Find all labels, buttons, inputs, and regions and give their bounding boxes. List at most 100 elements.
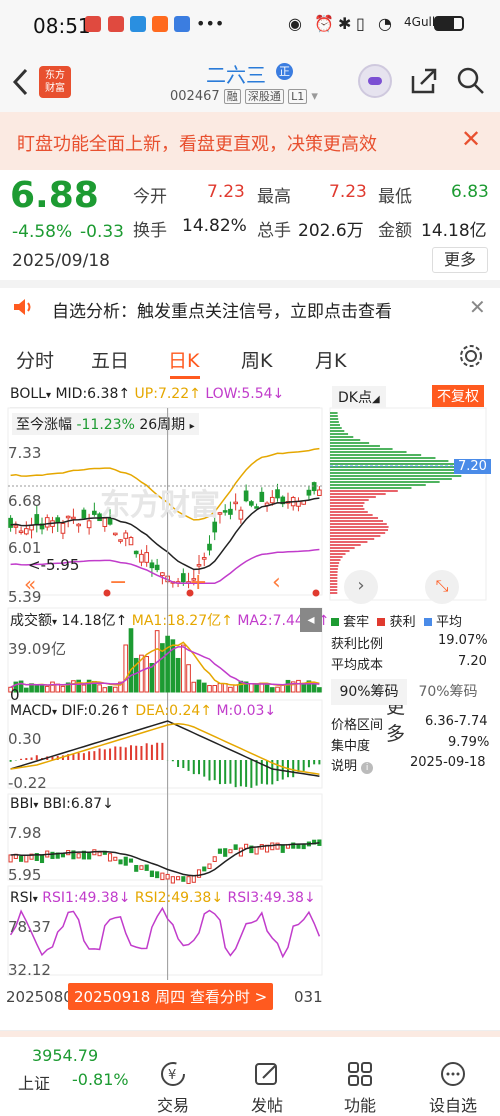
tab-chip-70[interactable]: 70%筹码 bbox=[409, 679, 487, 705]
speaker-icon bbox=[14, 299, 31, 315]
candle bbox=[55, 517, 61, 523]
nav-trade[interactable]: ¥ 交易 bbox=[143, 1060, 203, 1116]
robot-avatar[interactable] bbox=[358, 64, 392, 98]
macd-legend[interactable]: MACD▾ DIF:0.26↑ DEA:0.24↑ M:0.03↓ bbox=[10, 703, 276, 719]
volume-bar bbox=[280, 684, 286, 693]
candle bbox=[149, 562, 155, 569]
bbi-name[interactable]: BBI bbox=[10, 796, 33, 812]
chip-bar bbox=[330, 529, 389, 531]
volume-bar bbox=[18, 680, 24, 693]
tag-margin: 融 bbox=[223, 89, 241, 104]
index-change[interactable]: -0.81% bbox=[72, 1070, 129, 1089]
volume-bar bbox=[201, 682, 207, 693]
profit-ratio-value: 19.07% bbox=[438, 633, 488, 648]
volume-bar bbox=[311, 684, 317, 693]
close-icon[interactable]: ✕ bbox=[469, 295, 486, 319]
info-icon[interactable]: i bbox=[361, 762, 374, 774]
expand-icon[interactable]: ⤡ bbox=[425, 570, 459, 604]
index-name[interactable]: 上证 bbox=[18, 1070, 50, 1094]
chip-bar bbox=[330, 463, 459, 465]
scroll-left-icon[interactable]: ‹ bbox=[272, 570, 281, 595]
promo-banner[interactable]: 盯盘功能全面上新，看盘更直观，决策更高效 ✕ bbox=[0, 112, 500, 170]
chip-bar bbox=[330, 448, 393, 450]
chip-bar bbox=[330, 484, 426, 486]
chip-bar bbox=[330, 562, 340, 564]
chip-bar bbox=[330, 571, 338, 573]
tab-minute[interactable]: 分时 bbox=[16, 346, 54, 373]
chip-bar bbox=[330, 445, 380, 447]
description-label[interactable]: 说明 i bbox=[331, 755, 374, 774]
settings-gear-icon[interactable] bbox=[458, 343, 484, 369]
volume-bar bbox=[196, 679, 202, 693]
bbi-candle bbox=[202, 866, 207, 872]
bluetooth-icon: ✱ bbox=[338, 14, 352, 33]
edit-icon bbox=[255, 1063, 277, 1085]
candle bbox=[196, 564, 202, 567]
concentration-value: 9.79% bbox=[448, 735, 490, 750]
macd-m: M:0.03 bbox=[216, 703, 265, 719]
turnover-value: 14.82% bbox=[182, 216, 247, 236]
volume-name[interactable]: 成交额 bbox=[10, 613, 52, 629]
volume-legend[interactable]: 成交额▾ 14.18亿↑ MA1:18.27亿↑ MA2:7.44亿↑ bbox=[10, 610, 330, 630]
dk-point-dropdown[interactable]: DK点◢ bbox=[332, 386, 386, 408]
nav-functions[interactable]: 功能 bbox=[330, 1060, 390, 1116]
candle bbox=[18, 530, 24, 534]
volume-bar bbox=[222, 682, 228, 693]
collapse-panel-icon[interactable]: ◂ bbox=[300, 608, 322, 632]
nav-add-watchlist[interactable]: 设自选 bbox=[423, 1060, 483, 1116]
bbi-candle bbox=[155, 871, 160, 879]
bbi-axis-bottom: 5.95 bbox=[8, 866, 42, 884]
chevron-right-icon[interactable]: › bbox=[344, 570, 378, 604]
bbi-candle bbox=[228, 849, 233, 854]
nav-post-label: 发帖 bbox=[250, 1096, 283, 1115]
zoom-in-icon[interactable]: + bbox=[189, 570, 207, 595]
chip-bar bbox=[330, 505, 364, 507]
candle bbox=[243, 490, 249, 502]
candle bbox=[139, 553, 144, 563]
search-icon[interactable] bbox=[456, 66, 486, 96]
app-logo: 东方 财富 bbox=[39, 66, 71, 98]
nav-post[interactable]: 发帖 bbox=[237, 1060, 297, 1116]
tab-week-k[interactable]: 周K bbox=[241, 346, 272, 373]
chip-bar bbox=[330, 424, 340, 426]
rsi-legend[interactable]: RSI▾ RSI1:49.38↓ RSI2:49.38↓ RSI3:49.38↓ bbox=[10, 890, 316, 906]
more-button[interactable]: 更多 bbox=[432, 247, 488, 273]
more-dots-icon: ••• bbox=[196, 14, 225, 33]
share-icon[interactable] bbox=[409, 66, 439, 96]
scroll-left-fast-icon[interactable]: « bbox=[24, 572, 36, 596]
rsi-name[interactable]: RSI bbox=[10, 890, 33, 906]
notification-icon bbox=[130, 16, 146, 32]
chip-bar bbox=[330, 583, 338, 585]
volume-bar bbox=[275, 686, 280, 693]
back-arrow-icon[interactable] bbox=[10, 67, 32, 97]
volume-bar bbox=[102, 687, 108, 693]
tab-chip-90[interactable]: 90%筹码 bbox=[331, 679, 407, 705]
adjust-button[interactable]: 不复权 bbox=[432, 385, 484, 407]
current-price: 6.88 bbox=[10, 175, 99, 216]
candle bbox=[207, 543, 212, 551]
chip-bar bbox=[330, 547, 355, 549]
chip-bar bbox=[330, 487, 412, 489]
chip-bar bbox=[330, 454, 422, 456]
close-icon[interactable]: ✕ bbox=[461, 125, 481, 153]
chevron-down-icon[interactable]: ▾ bbox=[311, 89, 318, 104]
turnover-label: 换手 bbox=[133, 221, 167, 241]
chip-bar bbox=[330, 418, 339, 420]
date-tooltip-button[interactable]: 20250918 周四 查看分时 > bbox=[68, 983, 274, 1010]
tab-five-day[interactable]: 五日 bbox=[91, 346, 129, 373]
legend-trapped: 套牢 bbox=[343, 615, 370, 630]
tab-day-k[interactable]: 日K bbox=[168, 346, 199, 373]
divider bbox=[0, 1031, 500, 1037]
bbi-candle bbox=[181, 876, 186, 882]
index-value[interactable]: 3954.79 bbox=[32, 1046, 98, 1065]
price-range-value: 6.36-7.74 bbox=[425, 714, 488, 729]
zoom-out-icon[interactable]: − bbox=[109, 570, 127, 595]
macd-name[interactable]: MACD bbox=[10, 703, 52, 719]
tab-month-k[interactable]: 月K bbox=[315, 346, 346, 373]
bbi-value: BBI:6.87 bbox=[42, 796, 103, 812]
candle bbox=[259, 491, 265, 502]
bbi-legend[interactable]: BBI▾ BBI:6.87↓ bbox=[10, 796, 114, 812]
chip-bar bbox=[330, 469, 469, 471]
notice-text: 自选分析：触发重点关注信号，立即点击查看 bbox=[52, 302, 392, 322]
candle bbox=[60, 522, 66, 534]
